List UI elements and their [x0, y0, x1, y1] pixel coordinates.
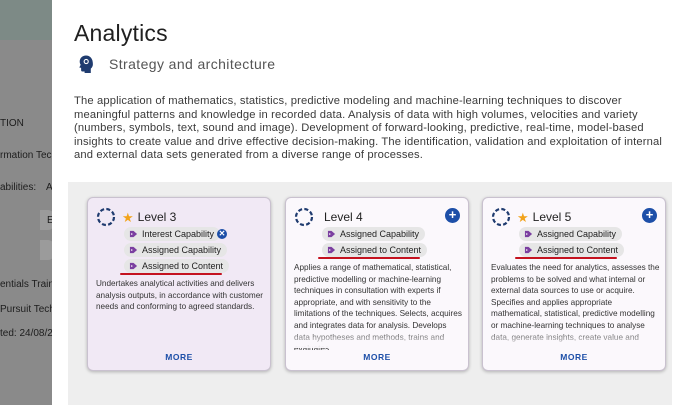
level-label: Level 3 — [137, 210, 177, 224]
progress-ring-icon — [294, 207, 314, 227]
tag-interest-capability[interactable]: Interest Capability — [124, 227, 221, 241]
analytics-modal: Analytics Strategy and architecture The … — [52, 0, 688, 405]
background-text: entials Train — [0, 279, 54, 290]
background-text: TION — [0, 118, 24, 129]
level-header: ★ Level 3 — [96, 207, 176, 227]
tag-assigned-to-content[interactable]: Assigned to Content — [322, 243, 428, 257]
skill-description: The application of mathematics, statisti… — [74, 95, 663, 162]
tag-icon — [129, 246, 138, 254]
text-fade — [286, 330, 468, 348]
more-button[interactable]: MORE — [88, 352, 270, 362]
lightbulb-head-icon — [79, 55, 93, 73]
highlight-underline — [515, 257, 617, 259]
level-label: Level 5 — [532, 210, 572, 224]
highlight-underline — [120, 273, 222, 275]
level-header: Level 4 — [294, 207, 363, 227]
tag-label: Assigned to Content — [340, 245, 422, 255]
highlight-underline — [318, 257, 420, 259]
tag-icon — [327, 230, 336, 238]
close-icon[interactable]: ✕ — [217, 229, 227, 239]
star-icon: ★ — [122, 209, 134, 225]
tag-label: Assigned to Content — [537, 245, 619, 255]
level-card-5[interactable]: ★ Level 5 + Assigned Capability Assigned… — [482, 197, 666, 371]
background-thumbnail — [0, 0, 52, 40]
level-card-4[interactable]: Level 4 + Assigned Capability Assigned t… — [285, 197, 469, 371]
tag-icon — [129, 262, 138, 270]
star-icon: ★ — [517, 209, 529, 225]
tag-assigned-capability[interactable]: Assigned Capability — [124, 243, 228, 257]
modal-title: Analytics — [74, 20, 168, 46]
level-header: ★ Level 5 — [491, 207, 571, 227]
tag-label: Assigned to Content — [142, 261, 224, 271]
tag-label: Assigned Capability — [340, 229, 420, 239]
more-button[interactable]: MORE — [286, 350, 468, 362]
more-button[interactable]: MORE — [483, 350, 665, 362]
text-fade — [483, 330, 665, 348]
tag-assigned-capability[interactable]: Assigned Capability — [322, 227, 426, 241]
tag-icon — [524, 246, 533, 254]
background-text: ted: 24/08/2 — [0, 328, 53, 339]
background-text: rmation Tech — [0, 150, 58, 161]
progress-ring-icon — [96, 207, 116, 227]
tag-icon — [327, 246, 336, 254]
tag-icon — [129, 230, 138, 238]
tag-label: Assigned Capability — [537, 229, 617, 239]
tag-assigned-to-content[interactable]: Assigned to Content — [124, 259, 230, 273]
levels-area: ★ Level 3 Interest Capability ✕ Assigned… — [68, 182, 672, 405]
progress-ring-icon — [491, 207, 511, 227]
level-label: Level 4 — [324, 210, 363, 224]
tag-assigned-to-content[interactable]: Assigned to Content — [519, 243, 625, 257]
plus-icon[interactable]: + — [642, 208, 657, 223]
tag-icon — [524, 230, 533, 238]
plus-icon[interactable]: + — [445, 208, 460, 223]
background-text: abilities: — [0, 182, 37, 193]
modal-subtitle: Strategy and architecture — [109, 56, 276, 72]
tag-assigned-capability[interactable]: Assigned Capability — [519, 227, 623, 241]
tag-label: Assigned Capability — [142, 245, 222, 255]
subtitle-row: Strategy and architecture — [76, 54, 275, 74]
level-card-3[interactable]: ★ Level 3 Interest Capability ✕ Assigned… — [87, 197, 271, 371]
tag-label: Interest Capability — [142, 229, 215, 239]
level-description: Undertakes analytical activities and del… — [96, 279, 264, 312]
